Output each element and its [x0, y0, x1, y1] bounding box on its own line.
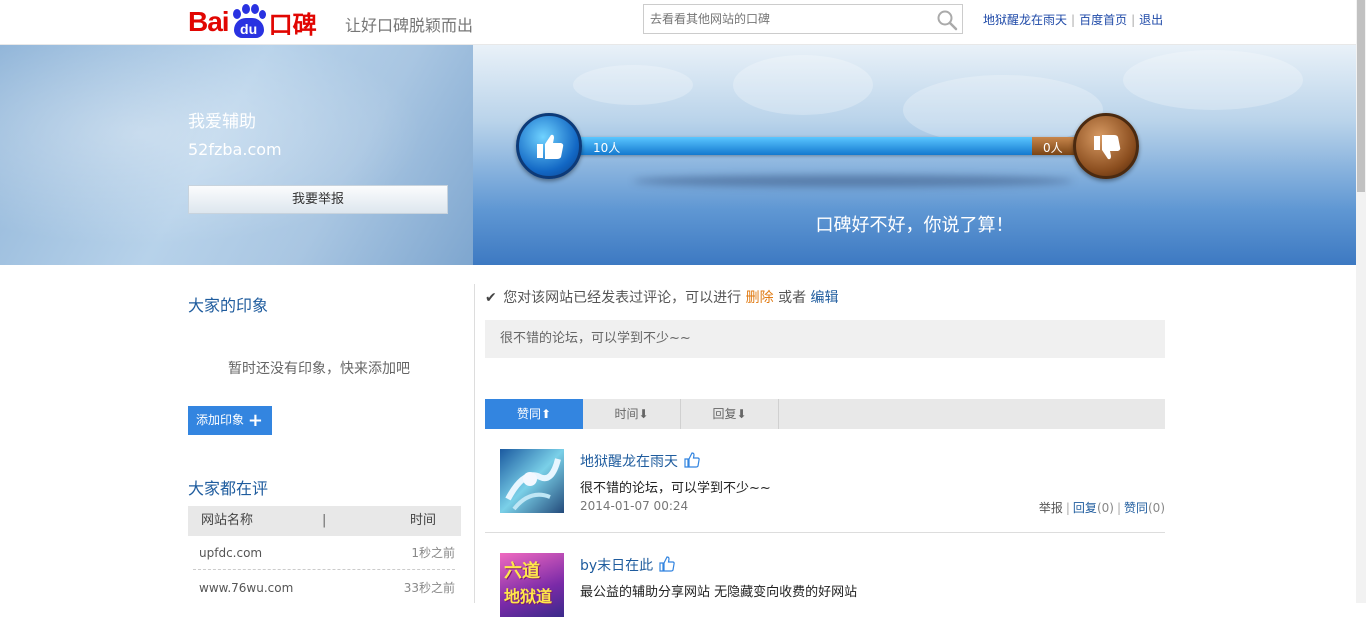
review-actions: 举报 | 回复(0) | 赞同(0) — [1038, 501, 1165, 515]
ranking-site-name[interactable]: upfdc.com — [199, 536, 262, 570]
up-count: 10人 — [593, 141, 621, 155]
like-outline-icon[interactable] — [658, 555, 676, 573]
avatar-text: 六道 — [504, 561, 540, 582]
header-slogan: 让好口碑脱颖而出 — [345, 16, 474, 35]
like-outline-icon[interactable] — [683, 451, 701, 469]
review-username[interactable]: 地狱醒龙在雨天 — [580, 451, 678, 471]
review-text: 最公益的辅助分享网站 无隐藏变向收费的好网站 — [580, 585, 858, 600]
ranking-title: 大家都在评 — [188, 479, 269, 498]
thumb-down-button[interactable] — [1073, 113, 1139, 179]
vote-panel: 10人 0人 口碑好不好，你说了算！ — [473, 45, 1356, 265]
ranking-site-name[interactable]: www.76wu.com — [199, 571, 293, 605]
search-icon[interactable] — [936, 9, 958, 31]
check-icon: ✔ — [485, 290, 497, 306]
tab-sort-reply[interactable]: 回复⬇ — [681, 399, 779, 429]
top-header: Bai du 口碑 让好口碑脱颖而出 地狱醒龙在雨天|百度首页|退出 — [0, 0, 1356, 45]
scrollbar-thumb[interactable] — [1357, 0, 1365, 192]
reply-link[interactable]: 回复 — [1073, 501, 1097, 515]
vote-slogan: 口碑好不好，你说了算！ — [815, 215, 1014, 236]
ranking-col-name: 网站名称 — [201, 513, 254, 528]
already-reviewed-notice: ✔ 您对该网站已经发表过评论，可以进行 删除 或者 编辑 — [485, 287, 839, 307]
vote-bar-up-fill — [573, 137, 1032, 155]
avatar-text-2: 地狱道 — [504, 587, 553, 606]
site-url: 52fzba.com — [188, 140, 282, 159]
search-box — [643, 4, 963, 34]
avatar[interactable] — [500, 449, 564, 513]
arrow-down-icon: ⬇ — [736, 407, 747, 421]
review-date: 2014-01-07 00:24 — [580, 499, 689, 513]
agree-count: (0) — [1148, 501, 1165, 515]
ranking-row[interactable]: upfdc.com 1秒之前 — [193, 536, 455, 570]
review-item: 地狱醒龙在雨天 很不错的论坛，可以学到不少~~ 2014-01-07 00:24… — [485, 449, 1165, 529]
ranking-col-time: 时间 — [409, 513, 436, 528]
agree-link[interactable]: 赞同 — [1124, 501, 1148, 515]
ranking-time: 33秒之前 — [403, 581, 455, 595]
ranking-header: 网站名称 | 时间 — [188, 506, 461, 536]
review-username[interactable]: by末日在此 — [580, 555, 653, 575]
plus-icon: + — [247, 410, 263, 431]
logo-bai-text: Bai — [188, 6, 230, 37]
add-impression-button[interactable]: 添加印象 + — [188, 406, 272, 435]
report-button[interactable]: 我要举报 — [188, 185, 448, 214]
delete-review-link[interactable]: 删除 — [746, 290, 774, 306]
avatar[interactable]: 六道 地狱道 — [500, 553, 564, 617]
search-input[interactable] — [644, 5, 929, 33]
site-info-panel: 我爱辅助 52fzba.com 我要举报 — [0, 45, 473, 265]
review-item: 六道 地狱道 by末日在此 最公益的辅助分享网站 无隐藏变向收费的好网站 — [485, 553, 1165, 617]
site-name: 我爱辅助 — [188, 112, 256, 132]
top-links: 地狱醒龙在雨天 | 百度首页 | 退出 — [983, 13, 1164, 27]
baidu-home-link[interactable]: 百度首页 — [1079, 13, 1127, 27]
ranking-time: 1秒之前 — [411, 546, 455, 560]
sort-tabs: 赞同⬆ 时间⬇ 回复⬇ — [485, 399, 1165, 429]
review-divider — [485, 532, 1165, 533]
reply-count: (0) — [1096, 501, 1114, 515]
tab-sort-time[interactable]: 时间⬇ — [583, 399, 681, 429]
notice-or: 或者 — [778, 290, 807, 306]
arrow-up-icon: ⬆ — [540, 407, 552, 421]
thumb-up-button[interactable] — [516, 113, 582, 179]
my-comment-box: 很不错的论坛，可以学到不少~~ — [485, 320, 1165, 358]
baidu-logo[interactable]: Bai du 口碑 — [188, 4, 317, 39]
user-link[interactable]: 地狱醒龙在雨天 — [983, 13, 1067, 27]
logo-du-text: du — [233, 18, 264, 38]
add-impression-label: 添加印象 — [196, 413, 245, 427]
tab-label: 时间 — [614, 407, 639, 421]
arrow-down-icon: ⬇ — [638, 407, 649, 421]
logo-koubei-text: 口碑 — [268, 10, 317, 39]
page-scrollbar[interactable] — [1356, 0, 1366, 603]
ranking-row[interactable]: www.76wu.com 33秒之前 — [193, 571, 455, 605]
baidu-paw-icon: du — [230, 4, 268, 38]
logout-link[interactable]: 退出 — [1139, 13, 1163, 27]
tab-label: 回复 — [712, 407, 737, 421]
vote-bar — [573, 137, 1113, 155]
ranking-col-sep: | — [322, 513, 327, 528]
review-text: 很不错的论坛，可以学到不少~~ — [580, 481, 771, 496]
tab-label: 赞同 — [516, 407, 541, 421]
thumb-down-icon — [1094, 135, 1121, 160]
tab-sort-agree[interactable]: 赞同⬆ — [485, 399, 583, 429]
impressions-title: 大家的印象 — [188, 296, 269, 315]
edit-review-link[interactable]: 编辑 — [811, 290, 839, 306]
notice-text: 您对该网站已经发表过评论，可以进行 — [503, 290, 742, 306]
column-divider — [474, 284, 475, 603]
down-count: 0人 — [1043, 141, 1063, 155]
thumb-up-icon — [537, 134, 564, 159]
impressions-empty-tip: 暂时还没有印象，快来添加吧 — [228, 361, 410, 377]
report-review-link[interactable]: 举报 — [1039, 501, 1063, 515]
